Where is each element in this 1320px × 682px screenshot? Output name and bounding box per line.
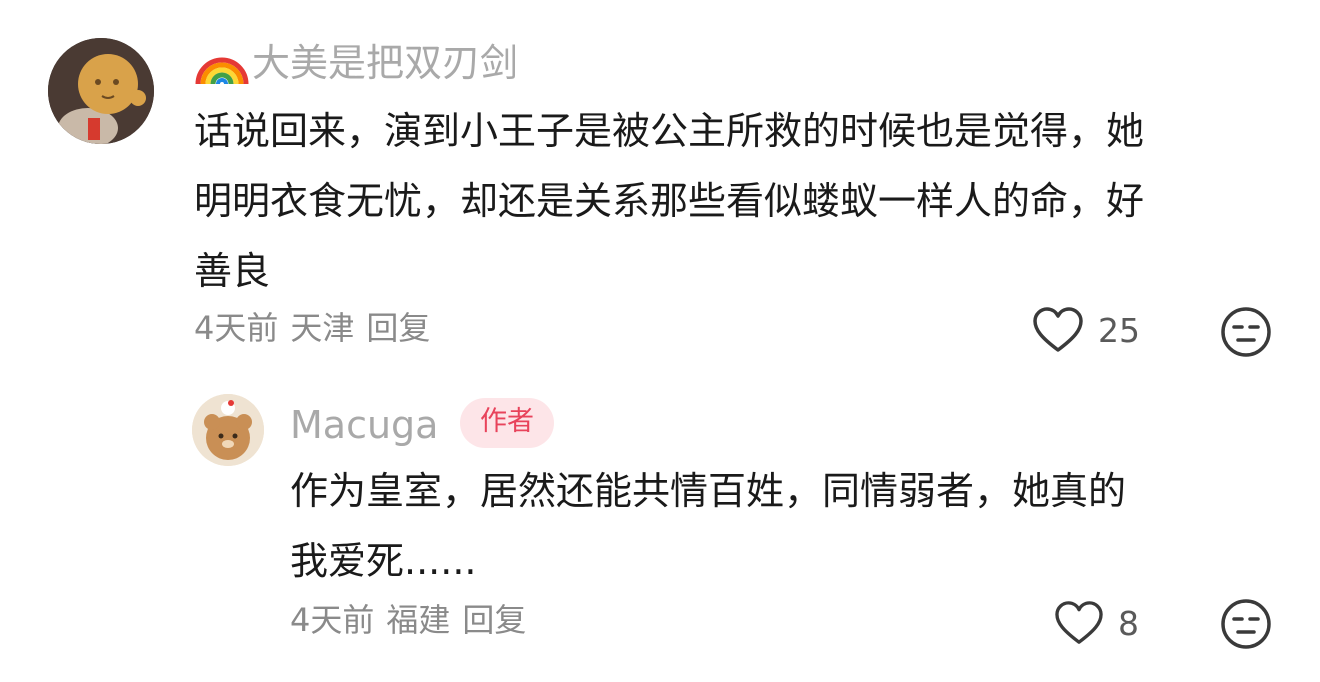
heart-outline-icon — [1055, 601, 1103, 644]
reply-meta: 4天前 福建 回复 — [290, 600, 538, 640]
meh-face-icon — [1221, 307, 1271, 357]
timestamp: 4天前 — [194, 309, 279, 347]
like-count: 25 — [1098, 310, 1140, 350]
comment-text: 话说回来，演到小王子是被公主所救的时候也是觉得，她 明明衣食无忧，却还是关系那些… — [194, 96, 1144, 306]
comment-item: 大美是把双刃剑 话说回来，演到小王子是被公主所救的时候也是觉得，她 明明衣食无忧… — [0, 0, 1320, 370]
comment-line: 善良 — [194, 249, 271, 293]
reply-line: 我爱死...... — [290, 539, 477, 583]
reply-line: 作为皇室，居然还能共情百姓，同情弱者，她真的 — [290, 469, 1127, 513]
like-button[interactable]: 8 — [1054, 600, 1139, 646]
username-text[interactable]: Macuga — [290, 403, 438, 447]
dislike-button[interactable] — [1220, 306, 1272, 362]
reply-item: Macuga 作者 作为皇室，居然还能共情百姓，同情弱者，她真的 我爱死....… — [0, 380, 1320, 682]
meh-face-icon — [1221, 599, 1271, 649]
location: 福建 — [386, 601, 451, 639]
rainbow-icon — [195, 57, 249, 85]
location: 天津 — [290, 309, 355, 347]
author-badge: 作者 — [460, 398, 554, 448]
comment-line: 话说回来，演到小王子是被公主所救的时候也是觉得，她 — [194, 109, 1145, 153]
timestamp: 4天前 — [290, 601, 375, 639]
like-count: 8 — [1118, 603, 1139, 643]
comment-meta: 4天前 天津 回复 — [194, 308, 442, 348]
avatar[interactable] — [48, 38, 154, 144]
dislike-button[interactable] — [1220, 598, 1272, 654]
heart-outline-icon — [1033, 307, 1083, 352]
comment-line: 明明衣食无忧，却还是关系那些看似蝼蚁一样人的命，好 — [194, 179, 1145, 223]
reply-button[interactable]: 回复 — [462, 601, 526, 639]
username-text[interactable]: 大美是把双刃剑 — [252, 38, 518, 88]
like-button[interactable]: 25 — [1032, 306, 1140, 354]
reply-button[interactable]: 回复 — [366, 309, 430, 347]
avatar[interactable] — [192, 394, 264, 466]
username[interactable]: Macuga — [290, 400, 438, 450]
username[interactable]: 大美是把双刃剑 — [194, 38, 518, 88]
reply-text: 作为皇室，居然还能共情百姓，同情弱者，她真的 我爱死...... — [290, 456, 1126, 596]
